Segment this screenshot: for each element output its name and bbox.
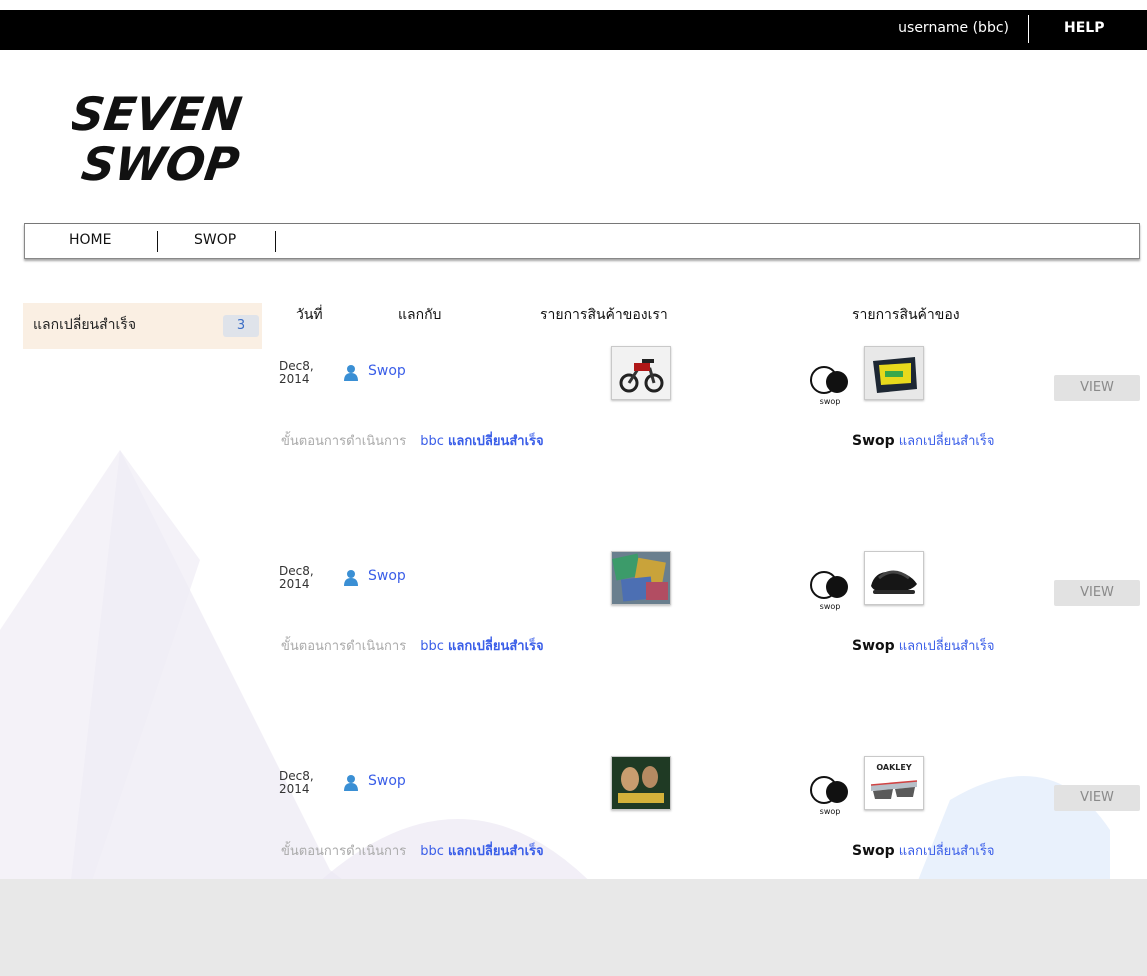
partner-status: Swop แลกเปลี่ยนสำเร็จ bbox=[852, 433, 995, 449]
motorcycle-image bbox=[612, 347, 670, 399]
swop-badge-icon: swop bbox=[810, 571, 848, 611]
process-status: ขั้นตอนการดำเนินการ bbc แลกเปลี่ยนสำเร็จ bbox=[281, 844, 544, 859]
svg-text:swop: swop bbox=[820, 602, 841, 611]
our-item-thumbnail[interactable] bbox=[611, 756, 671, 810]
trade-date: Dec8, 2014 bbox=[279, 359, 314, 386]
footer bbox=[0, 879, 1147, 976]
nav-divider bbox=[157, 231, 158, 252]
our-item-thumbnail[interactable] bbox=[611, 346, 671, 400]
trade-date: Dec8, 2014 bbox=[279, 564, 314, 591]
column-header-date: วันที่ bbox=[296, 307, 323, 323]
user-icon bbox=[344, 570, 358, 586]
sunglasses-image: OAKLEY bbox=[865, 757, 923, 809]
svg-text:OAKLEY: OAKLEY bbox=[876, 763, 912, 772]
svg-text:swop: swop bbox=[820, 397, 841, 406]
column-header-their-items: รายการสินค้าของ bbox=[852, 307, 960, 323]
column-header-our-items: รายการสินค้าของเรา bbox=[540, 307, 668, 323]
our-item-thumbnail[interactable] bbox=[611, 551, 671, 605]
trade-row: Dec8, 2014 Swop swop OAKLEY VIEW ขั้นตอนก… bbox=[0, 756, 1147, 880]
logo-text-line1: SEVEN bbox=[72, 87, 245, 141]
column-header-partner: แลกกับ bbox=[398, 307, 442, 323]
poster-image bbox=[612, 757, 670, 809]
trade-date: Dec8, 2014 bbox=[279, 769, 314, 796]
comic-image bbox=[612, 552, 670, 604]
partner-status: Swop แลกเปลี่ยนสำเร็จ bbox=[852, 638, 995, 654]
nav-home[interactable]: HOME bbox=[69, 224, 111, 258]
user-icon bbox=[344, 775, 358, 791]
main-nav: HOME SWOP bbox=[24, 223, 1140, 259]
view-button[interactable]: VIEW bbox=[1054, 375, 1140, 401]
their-item-thumbnail[interactable]: OAKLEY bbox=[864, 756, 924, 810]
sidebar-item-completed[interactable]: แลกเปลี่ยนสำเร็จ 3 bbox=[23, 303, 262, 349]
nav-swop[interactable]: SWOP bbox=[194, 224, 236, 258]
their-item-thumbnail[interactable] bbox=[864, 551, 924, 605]
nav-divider bbox=[275, 231, 276, 252]
sandals-image bbox=[865, 552, 923, 604]
trade-row: Dec8, 2014 Swop swop VIEW ขั้นตอนการดำเนิ… bbox=[0, 346, 1147, 470]
their-item-thumbnail[interactable] bbox=[864, 346, 924, 400]
partner-link[interactable]: Swop bbox=[368, 568, 406, 584]
partner-link[interactable]: Swop bbox=[368, 363, 406, 379]
process-status: ขั้นตอนการดำเนินการ bbc แลกเปลี่ยนสำเร็จ bbox=[281, 639, 544, 654]
view-button[interactable]: VIEW bbox=[1054, 580, 1140, 606]
view-button[interactable]: VIEW bbox=[1054, 785, 1140, 811]
swop-badge-icon: swop bbox=[810, 366, 848, 406]
partner-status: Swop แลกเปลี่ยนสำเร็จ bbox=[852, 843, 995, 859]
bag-image bbox=[865, 347, 923, 399]
sidebar-item-label: แลกเปลี่ยนสำเร็จ bbox=[33, 317, 137, 333]
seven-swop-logo[interactable]: SEVEN SWOP bbox=[72, 80, 262, 190]
process-status: ขั้นตอนการดำเนินการ bbc แลกเปลี่ยนสำเร็จ bbox=[281, 434, 544, 449]
topbar-divider bbox=[1028, 15, 1029, 43]
help-link[interactable]: HELP bbox=[1064, 10, 1104, 50]
partner-link[interactable]: Swop bbox=[368, 773, 406, 789]
sidebar-count-badge: 3 bbox=[223, 315, 259, 337]
top-bar: username (bbc) HELP bbox=[0, 10, 1147, 50]
user-icon bbox=[344, 365, 358, 381]
svg-text:swop: swop bbox=[820, 807, 841, 816]
username-link[interactable]: username (bbc) bbox=[898, 10, 1009, 50]
trade-row: Dec8, 2014 Swop swop VIEW ขั้นตอนการดำเนิ… bbox=[0, 551, 1147, 675]
logo-text-line2: SWOP bbox=[78, 137, 242, 190]
swop-badge-icon: swop bbox=[810, 776, 848, 816]
